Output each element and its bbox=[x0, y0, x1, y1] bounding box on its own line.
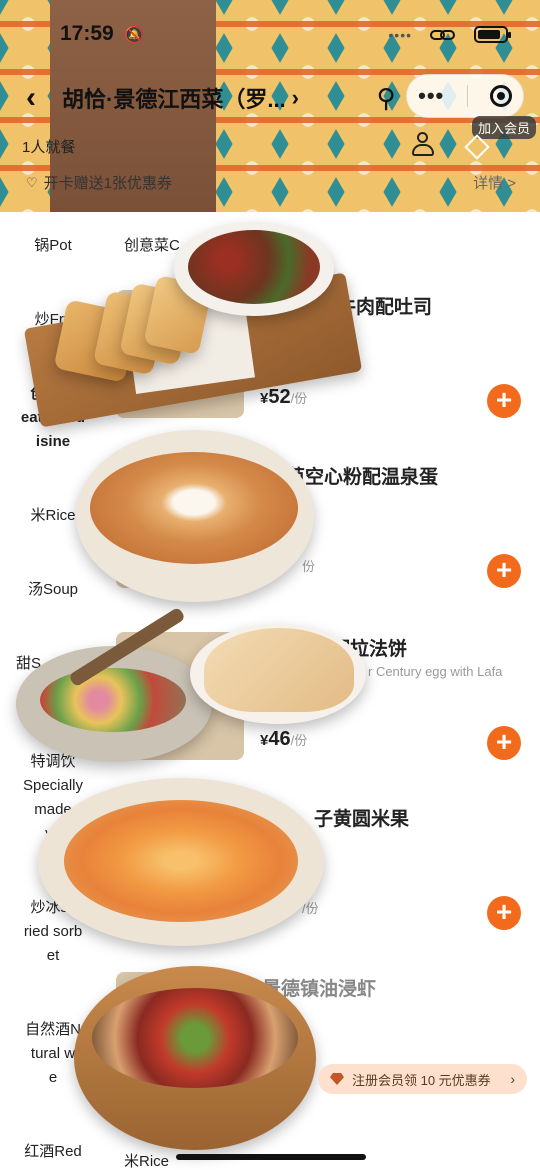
chevron-right-icon[interactable]: › bbox=[292, 85, 299, 111]
capsule-divider bbox=[466, 85, 468, 107]
category-drinks-line2[interactable]: Specially bbox=[0, 774, 106, 798]
oil-soaked-shrimp-image bbox=[92, 988, 298, 1088]
category-sorbet-line3[interactable]: et bbox=[0, 944, 106, 968]
product-price: 份 bbox=[302, 559, 316, 574]
category-red-wine[interactable]: 红酒Red bbox=[0, 1140, 106, 1164]
category-creative-line3[interactable]: isine bbox=[0, 430, 106, 454]
product-price: ¥52/份 bbox=[260, 386, 308, 408]
diamond-icon bbox=[330, 1073, 344, 1085]
add-to-cart-button[interactable]: + bbox=[487, 554, 521, 588]
century-egg-salad-image bbox=[40, 668, 186, 732]
party-size[interactable]: 1人就餐 bbox=[22, 136, 75, 157]
search-button[interactable]: ⚲ bbox=[362, 76, 410, 120]
product-english-name: r Century egg with Lafa bbox=[368, 664, 503, 679]
section-header-rice: 米Rice bbox=[124, 1153, 170, 1170]
product-name: 子黄圆米果 bbox=[314, 809, 410, 830]
link-icon bbox=[430, 27, 456, 43]
home-indicator[interactable] bbox=[176, 1154, 366, 1160]
diamond-icon: ♡ bbox=[26, 174, 38, 190]
coupon-text: 注册会员领 10 元优惠券 bbox=[352, 1072, 491, 1088]
category-soup[interactable]: 汤Soup bbox=[0, 578, 106, 602]
store-header: 17:59 🔕 •••• ‹ 胡恰·景德江西菜（罗... › ⚲ ••• 加入会… bbox=[0, 0, 540, 212]
add-to-cart-button[interactable]: + bbox=[487, 384, 521, 418]
minced-beef-image bbox=[188, 230, 320, 304]
close-miniprogram-button[interactable] bbox=[489, 85, 512, 107]
status-time: 17:59 bbox=[60, 22, 114, 45]
product-name: 芦空心粉配温泉蛋 bbox=[286, 467, 439, 488]
flatbread-image bbox=[204, 628, 354, 712]
user-icon[interactable] bbox=[412, 132, 434, 156]
back-button[interactable]: ‹ bbox=[26, 81, 54, 115]
store-title[interactable]: 胡恰·景德江西菜（罗... bbox=[62, 82, 286, 114]
nav-bar: ‹ 胡恰·景德江西菜（罗... › ⚲ ••• bbox=[26, 74, 532, 120]
more-button[interactable]: ••• bbox=[418, 83, 444, 109]
status-indicators: •••• bbox=[388, 26, 511, 43]
product-price: ¥46/份 bbox=[260, 728, 308, 750]
battery-icon bbox=[474, 26, 511, 43]
mute-bell-icon: 🔕 bbox=[124, 27, 144, 44]
member-coupon-banner[interactable]: 注册会员领 10 元优惠券 › bbox=[318, 1064, 527, 1094]
pasta-with-egg-image bbox=[90, 452, 298, 564]
mini-program-capsule: ••• bbox=[406, 74, 524, 118]
join-member-badge[interactable]: 加入会员 bbox=[471, 116, 536, 139]
chevron-right-icon: › bbox=[510, 1071, 515, 1087]
promo-text: 开卡赠送1张优惠券 bbox=[43, 175, 172, 192]
add-to-cart-button[interactable]: + bbox=[487, 726, 521, 760]
signal-icon: •••• bbox=[388, 26, 412, 43]
member-promo[interactable]: ♡ 开卡赠送1张优惠券 bbox=[26, 172, 172, 193]
add-to-cart-button[interactable]: + bbox=[487, 896, 521, 930]
details-link[interactable]: 详情 > bbox=[473, 172, 516, 193]
crab-roe-rice-cake-image bbox=[64, 800, 298, 922]
category-pot[interactable]: 锅Pot bbox=[0, 234, 106, 258]
